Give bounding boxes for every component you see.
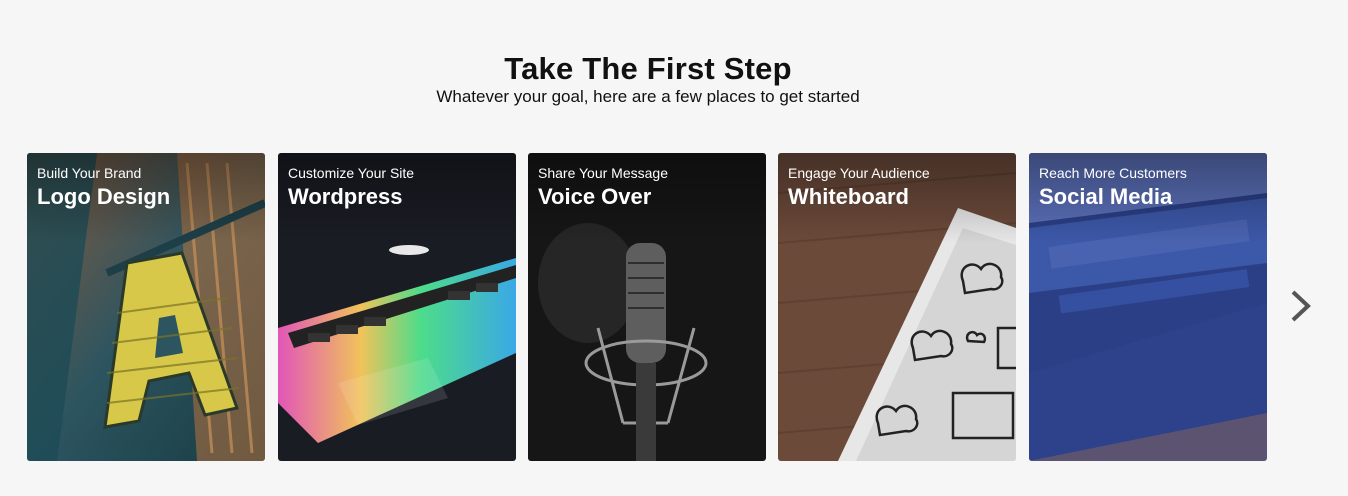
card-title: Whiteboard xyxy=(788,184,909,209)
card-title: Social Media xyxy=(1039,184,1173,209)
card-title: Wordpress xyxy=(288,184,403,209)
card-kicker: Build Your Brand xyxy=(37,165,142,181)
card-title: Voice Over xyxy=(538,184,652,209)
chevron-right-icon[interactable] xyxy=(1286,287,1316,325)
card-whiteboard[interactable]: Engage Your Audience Whiteboard xyxy=(778,153,1016,461)
card-social-media[interactable]: Reach More Customers Social Media xyxy=(1029,153,1267,461)
section-header: Take The First Step Whatever your goal, … xyxy=(0,50,1296,107)
card-kicker: Reach More Customers xyxy=(1039,165,1187,181)
card-kicker: Customize Your Site xyxy=(288,165,415,181)
card-logo-design[interactable]: Build Your Brand Logo Design xyxy=(27,153,265,461)
card-kicker: Share Your Message xyxy=(538,165,668,181)
section-title: Take The First Step xyxy=(504,51,792,86)
card-voice-over[interactable]: Share Your Message Voice Over xyxy=(528,153,766,461)
card-kicker: Engage Your Audience xyxy=(788,165,930,181)
card-wordpress[interactable]: Customize Your Site Wordpress xyxy=(278,153,516,461)
card-title: Logo Design xyxy=(37,184,171,209)
section-subtitle: Whatever your goal, here are a few place… xyxy=(436,87,860,106)
